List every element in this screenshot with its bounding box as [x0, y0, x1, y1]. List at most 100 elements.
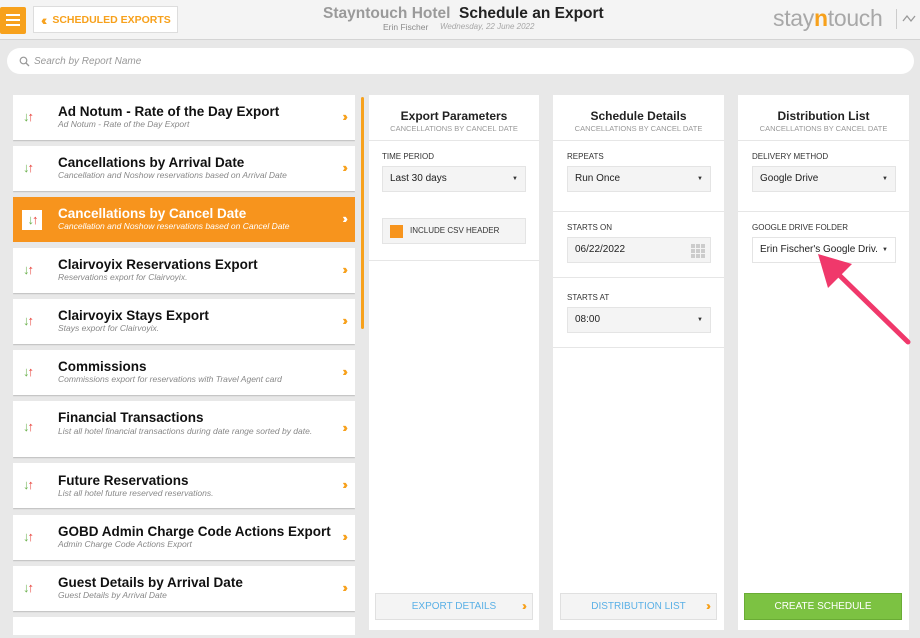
- annotation-arrow-icon: [818, 254, 911, 345]
- divider: [369, 260, 539, 261]
- logo-mark-icon: [896, 9, 920, 29]
- calendar-icon[interactable]: [691, 244, 705, 258]
- starts-on-section: STARTS ON 06/22/2022: [553, 211, 724, 277]
- report-title: Ad Notum - Rate of the Day Export: [58, 104, 280, 119]
- report-description: Ad Notum - Rate of the Day Export: [58, 119, 190, 129]
- sort-arrows-icon: ↓↑: [23, 160, 34, 175]
- search-placeholder: Search by Report Name: [34, 55, 142, 67]
- report-description: Commissions export for reservations with…: [58, 374, 282, 384]
- report-title: GOBD Admin Charge Code Actions Export: [58, 524, 331, 539]
- list-scrollbar[interactable]: [361, 97, 364, 329]
- double-chevron-right-icon: ››: [342, 364, 347, 379]
- report-item[interactable]: ↓↑ Future Reservations List all hotel fu…: [13, 463, 355, 508]
- divider: [553, 347, 724, 348]
- sort-arrows-icon: ↓↑: [23, 580, 34, 595]
- report-item[interactable]: ↓↑ Commissions Commissions export for re…: [13, 350, 355, 395]
- double-chevron-right-icon: ››: [342, 477, 347, 492]
- sort-arrows-icon: ↓↑: [22, 210, 42, 230]
- report-item-selected[interactable]: ↓↑ Cancellations by Cancel Date Cancella…: [13, 197, 355, 242]
- report-item[interactable]: ↓↑ Ad Notum - Rate of the Day Export Ad …: [13, 95, 355, 140]
- double-chevron-right-icon: ››: [342, 262, 347, 277]
- sort-arrows-icon: ↓↑: [23, 313, 34, 328]
- starts-at-label: STARTS AT: [567, 293, 610, 302]
- double-chevron-right-icon: ››: [342, 580, 347, 595]
- double-chevron-right-icon: ››: [342, 420, 347, 435]
- double-chevron-right-icon: ››: [342, 109, 347, 124]
- report-description: Admin Charge Code Actions Export: [58, 539, 192, 549]
- delivery-method-select[interactable]: Google Drive ▼: [752, 166, 896, 192]
- include-csv-header-checkbox[interactable]: INCLUDE CSV HEADER: [382, 218, 526, 244]
- time-period-select[interactable]: Last 30 days ▼: [382, 166, 526, 192]
- dropdown-arrow-icon: ▼: [512, 176, 518, 182]
- report-description: List all hotel financial transactions du…: [58, 426, 313, 436]
- panel-subtitle: CANCELLATIONS BY CANCEL DATE: [390, 124, 518, 133]
- report-title: Guest Details by Arrival Date: [58, 575, 243, 590]
- report-item[interactable]: ↓↑ Clairvoyix Stays Export Stays export …: [13, 299, 355, 344]
- panel-title: Export Parameters: [400, 109, 508, 123]
- starts-on-label: STARTS ON: [567, 223, 613, 232]
- sort-arrows-icon: ↓↑: [23, 364, 34, 379]
- report-item[interactable]: ↓↑ GOBD Admin Charge Code Actions Export…: [13, 515, 355, 560]
- repeats-label: REPEATS: [567, 152, 604, 161]
- double-chevron-right-icon: ››: [342, 313, 347, 328]
- export-details-button[interactable]: EXPORT DETAILS ››: [375, 593, 533, 620]
- double-chevron-right-icon: ››: [342, 160, 347, 175]
- report-item[interactable]: ↓↑ Cancellations by Arrival Date Cancell…: [13, 146, 355, 191]
- sort-arrows-icon: ↓↑: [23, 109, 34, 124]
- report-title: Cancellations by Arrival Date: [58, 155, 245, 170]
- panel-title: Schedule Details: [590, 109, 687, 123]
- user-name: Erin Fischer: [383, 22, 429, 32]
- scheduled-exports-back-button[interactable]: ‹‹ SCHEDULED EXPORTS: [33, 6, 178, 33]
- sort-arrows-icon: ↓↑: [23, 419, 34, 434]
- double-chevron-right-icon: ››: [342, 211, 347, 226]
- sort-arrows-icon: ↓↑: [23, 262, 34, 277]
- report-description: List all hotel future reserved reservati…: [58, 488, 214, 498]
- panel-subtitle: CANCELLATIONS BY CANCEL DATE: [759, 124, 888, 133]
- export-parameters-panel: Export Parameters CANCELLATIONS BY CANCE…: [369, 95, 539, 630]
- back-button-label: SCHEDULED EXPORTS: [52, 13, 171, 26]
- google-drive-folder-label: GOOGLE DRIVE FOLDER: [752, 223, 849, 232]
- delivery-method-section: DELIVERY METHOD Google Drive ▼: [738, 140, 909, 211]
- hotel-name: Stayntouch Hotel: [323, 5, 451, 22]
- report-title: Commissions: [58, 359, 147, 374]
- menu-icon[interactable]: [0, 7, 26, 34]
- repeats-section: REPEATS Run Once ▼: [553, 140, 724, 211]
- report-title: Cancellations by Cancel Date: [58, 206, 247, 221]
- report-description: Stays export for Clairvoyix.: [58, 323, 160, 333]
- panel-subtitle: CANCELLATIONS BY CANCEL DATE: [574, 124, 703, 133]
- stayntouch-logo: stayntouch: [773, 5, 883, 31]
- starts-at-select[interactable]: 08:00 ▼: [567, 307, 711, 333]
- report-title: Financial Transactions: [58, 410, 204, 425]
- double-chevron-right-icon: ››: [342, 529, 347, 544]
- sort-arrows-icon: ↓↑: [23, 477, 34, 492]
- report-description: Guest Details by Arrival Date: [58, 590, 167, 600]
- starts-on-date-input[interactable]: 06/22/2022: [567, 237, 711, 263]
- search-input[interactable]: Search by Report Name: [7, 48, 914, 74]
- report-item[interactable]: ↓↑ Financial Transactions List all hotel…: [13, 401, 355, 457]
- report-title: Clairvoyix Stays Export: [58, 308, 209, 323]
- repeats-select[interactable]: Run Once ▼: [567, 166, 711, 192]
- delivery-method-label: DELIVERY METHOD: [752, 152, 829, 161]
- report-description: Cancellation and Noshow reservations bas…: [58, 221, 290, 231]
- distribution-list-button[interactable]: DISTRIBUTION LIST ››: [560, 593, 717, 620]
- report-description: Reservations export for Clairvoyix.: [58, 272, 188, 282]
- report-item[interactable]: ↓↑ Guest Details by Arrival Date Guest D…: [13, 566, 355, 611]
- page-title: Schedule an Export: [459, 5, 604, 22]
- report-item[interactable]: [13, 617, 355, 635]
- schedule-details-panel: Schedule Details CANCELLATIONS BY CANCEL…: [553, 95, 724, 630]
- report-title: Clairvoyix Reservations Export: [58, 257, 258, 272]
- report-title: Future Reservations: [58, 473, 189, 488]
- top-bar: ‹‹ SCHEDULED EXPORTS Stayntouch Hotel Sc…: [0, 0, 920, 40]
- create-schedule-button[interactable]: CREATE SCHEDULE: [744, 593, 902, 620]
- checkbox-checked-icon: [390, 225, 403, 238]
- report-description: Cancellation and Noshow reservations bas…: [58, 170, 287, 180]
- time-period-label: TIME PERIOD: [382, 152, 435, 161]
- starts-at-section: STARTS AT 08:00 ▼: [553, 277, 724, 347]
- double-chevron-left-icon: ‹‹: [41, 11, 48, 28]
- report-item[interactable]: ↓↑ Clairvoyix Reservations Export Reserv…: [13, 248, 355, 293]
- double-chevron-right-icon: ››: [706, 599, 711, 613]
- sort-arrows-icon: ↓↑: [23, 529, 34, 544]
- dropdown-arrow-icon: ▼: [882, 176, 888, 182]
- time-period-section: TIME PERIOD Last 30 days ▼: [369, 140, 539, 200]
- current-date: Wednesday, 22 June 2022: [440, 22, 535, 31]
